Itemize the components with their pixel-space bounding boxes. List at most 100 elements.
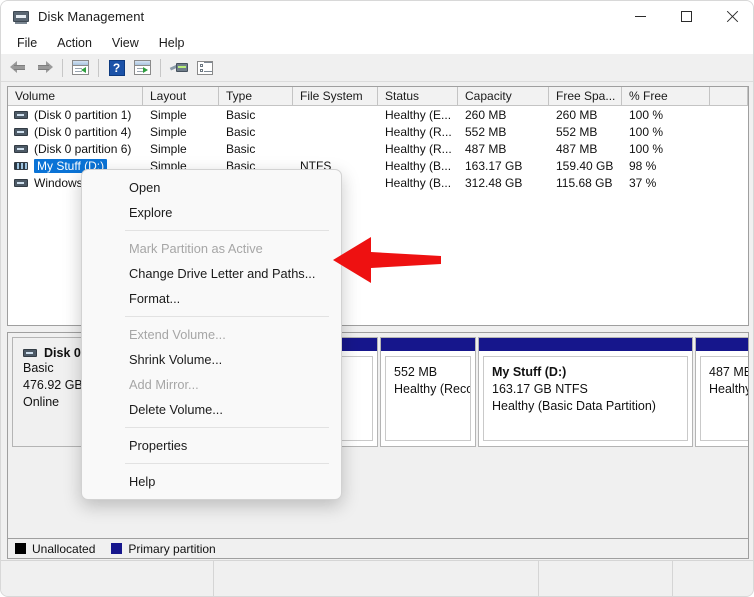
context-menu-separator (125, 316, 329, 317)
column-header-free-space[interactable]: Free Spa... (549, 87, 622, 105)
context-menu-separator (125, 230, 329, 231)
status-bar-segment (539, 561, 673, 597)
window-title: Disk Management (38, 9, 144, 24)
partition-line1: 487 MB (709, 364, 749, 381)
cell-volume: (Disk 0 partition 6) (8, 142, 143, 156)
cell-percent-free: 100 % (622, 125, 710, 139)
cell-percent-free: 98 % (622, 159, 710, 173)
context-menu-item-change-drive-letter-and-paths[interactable]: Change Drive Letter and Paths... (86, 261, 337, 286)
minimize-button[interactable] (617, 1, 663, 32)
table-row[interactable]: (Disk 0 partition 4) Simple Basic Health… (8, 123, 748, 140)
column-header-filler (710, 87, 748, 105)
menu-file[interactable]: File (7, 33, 47, 53)
partition-color-bar (479, 338, 692, 351)
cell-volume-label: (Disk 0 partition 1) (34, 108, 131, 122)
column-header-file-system[interactable]: File System (293, 87, 378, 105)
partition-block[interactable]: 552 MB Healthy (Recov (380, 337, 476, 447)
menu-action[interactable]: Action (47, 33, 102, 53)
cell-capacity: 312.48 GB (458, 176, 549, 190)
rescan-disks-button[interactable] (166, 56, 191, 80)
legend-swatch-unallocated (15, 543, 26, 554)
status-bar-segment (673, 561, 754, 597)
column-header-percent-free[interactable]: % Free (622, 87, 710, 105)
toolbar-separator (62, 59, 63, 77)
cell-free-space: 159.40 GB (549, 159, 622, 173)
cell-volume: (Disk 0 partition 1) (8, 108, 143, 122)
show-hide-console-tree-icon (72, 60, 89, 75)
table-row[interactable]: (Disk 0 partition 6) Simple Basic Health… (8, 140, 748, 157)
cell-layout: Simple (143, 125, 219, 139)
partition-block[interactable]: 487 MB Healthy (Recov (695, 337, 749, 447)
rescan-disks-icon (170, 62, 188, 74)
disk-name-label: Disk 0 (44, 346, 81, 360)
properties-icon (197, 61, 213, 75)
drive-icon (14, 179, 28, 187)
context-menu-item-format[interactable]: Format... (86, 286, 337, 311)
status-bar (1, 560, 754, 596)
properties-button[interactable] (192, 56, 217, 80)
maximize-button[interactable] (663, 1, 709, 32)
column-header-capacity[interactable]: Capacity (458, 87, 549, 105)
cell-volume-label: (Disk 0 partition 4) (34, 125, 131, 139)
close-icon (726, 10, 739, 23)
cell-capacity: 552 MB (458, 125, 549, 139)
back-button[interactable] (6, 56, 31, 80)
title-bar: Disk Management (1, 1, 754, 32)
minimize-icon (635, 16, 646, 17)
cell-volume: (Disk 0 partition 4) (8, 125, 143, 139)
table-row[interactable]: (Disk 0 partition 1) Simple Basic Health… (8, 106, 748, 123)
help-button[interactable]: ? (104, 56, 129, 80)
cell-free-space: 115.68 GB (549, 176, 622, 190)
legend-swatch-primary-partition (111, 543, 122, 554)
partition-line2: Healthy (Basic Data Partition) (492, 398, 687, 415)
context-menu: Open Explore Mark Partition as Active Ch… (81, 169, 342, 500)
partition-title: My Stuff (D:) (492, 364, 687, 381)
cell-volume-label: (Disk 0 partition 6) (34, 142, 131, 156)
close-button[interactable] (709, 1, 754, 32)
cell-free-space: 260 MB (549, 108, 622, 122)
column-header-volume[interactable]: Volume (8, 87, 143, 105)
partition-block-my-stuff[interactable]: My Stuff (D:) 163.17 GB NTFS Healthy (Ba… (478, 337, 693, 447)
cell-percent-free: 100 % (622, 108, 710, 122)
toolbar-separator (160, 59, 161, 77)
context-menu-item-properties[interactable]: Properties (86, 433, 337, 458)
drive-striped-icon (14, 162, 28, 170)
help-icon: ? (109, 60, 125, 76)
cell-free-space: 487 MB (549, 142, 622, 156)
status-bar-segment (214, 561, 539, 597)
partition-details: 487 MB Healthy (Recov (700, 356, 749, 441)
context-menu-item-shrink-volume[interactable]: Shrink Volume... (86, 347, 337, 372)
forward-button[interactable] (32, 56, 57, 80)
context-menu-separator (125, 463, 329, 464)
cell-free-space: 552 MB (549, 125, 622, 139)
show-hide-action-pane-icon (134, 60, 151, 75)
partition-color-bar (381, 338, 475, 351)
legend-label-primary-partition: Primary partition (128, 542, 215, 556)
column-header-status[interactable]: Status (378, 87, 458, 105)
menu-view[interactable]: View (102, 33, 149, 53)
context-menu-item-help[interactable]: Help (86, 469, 337, 494)
cell-status: Healthy (B... (378, 176, 458, 190)
drive-icon (14, 128, 28, 136)
back-icon (10, 61, 27, 74)
legend: Unallocated Primary partition (8, 538, 749, 558)
legend-label-unallocated: Unallocated (32, 542, 95, 556)
cell-status: Healthy (B... (378, 159, 458, 173)
disk-management-window: Disk Management File Action View Help ? (0, 0, 754, 597)
partition-color-bar (696, 338, 749, 351)
context-menu-item-open[interactable]: Open (86, 175, 337, 200)
column-header-type[interactable]: Type (219, 87, 293, 105)
cell-layout: Simple (143, 108, 219, 122)
drive-icon (14, 145, 28, 153)
context-menu-item-delete-volume[interactable]: Delete Volume... (86, 397, 337, 422)
cell-type: Basic (219, 108, 293, 122)
context-menu-item-explore[interactable]: Explore (86, 200, 337, 225)
cell-capacity: 487 MB (458, 142, 549, 156)
cell-percent-free: 100 % (622, 142, 710, 156)
show-hide-console-tree-button[interactable] (68, 56, 93, 80)
toolbar: ? (1, 54, 754, 82)
menu-help[interactable]: Help (149, 33, 195, 53)
column-header-layout[interactable]: Layout (143, 87, 219, 105)
show-hide-action-pane-button[interactable] (130, 56, 155, 80)
context-menu-separator (125, 427, 329, 428)
